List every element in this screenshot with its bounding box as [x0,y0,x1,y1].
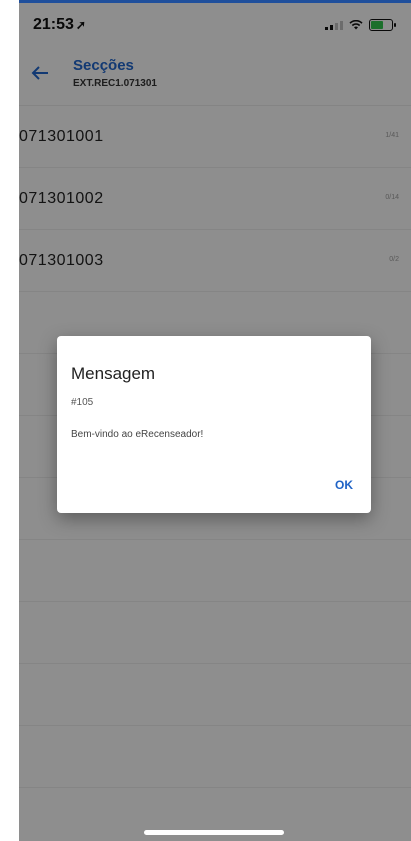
home-indicator[interactable] [144,830,284,835]
message-dialog: Mensagem #105 Bem-vindo ao eRecenseador!… [57,336,371,513]
phone-screen: 21:53 ➚ Secções EXT.REC1.071301 071301001… [19,3,411,841]
left-margin [0,0,19,841]
dialog-message: Bem-vindo ao eRecenseador! [71,429,204,440]
ok-button[interactable]: OK [335,478,353,492]
dialog-code: #105 [71,397,94,408]
dialog-title: Mensagem [71,364,156,383]
